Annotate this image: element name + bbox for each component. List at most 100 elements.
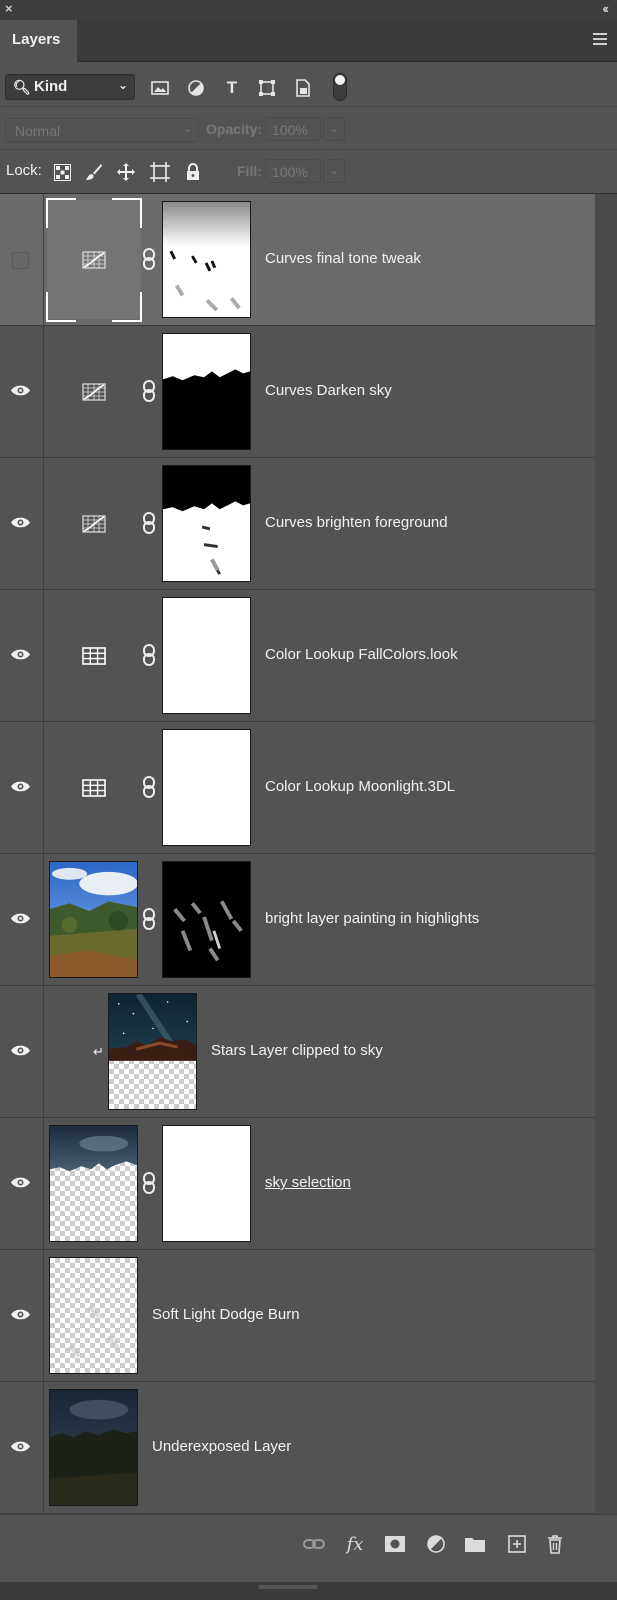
blend-opacity-bar: Normal ⌄ Opacity: 100% ⌄ xyxy=(0,108,617,150)
layer-mask-thumbnail[interactable] xyxy=(162,597,251,714)
layer-name[interactable]: Color Lookup FallColors.look xyxy=(265,646,458,663)
lock-image-pixels-icon[interactable] xyxy=(84,162,104,182)
layer-filter-bar: 🔍︎ Kind ⌄ T xyxy=(0,63,617,107)
lock-transparent-pixels-icon[interactable] xyxy=(52,162,72,182)
tab-layers[interactable]: Layers xyxy=(0,20,77,62)
visibility-column xyxy=(0,854,44,985)
collapse-panel-icon[interactable]: ‹‹ xyxy=(602,1,609,16)
add-mask-icon[interactable] xyxy=(383,1533,407,1555)
link-chain-icon[interactable] xyxy=(142,644,156,666)
layer-name[interactable]: bright layer painting in highlights xyxy=(265,910,479,927)
eye-icon[interactable] xyxy=(10,780,31,793)
layer-name[interactable]: Curves final tone tweak xyxy=(265,250,421,267)
color-lookup-adjustment-icon[interactable] xyxy=(82,779,106,797)
curves-adjustment-icon[interactable] xyxy=(82,251,106,269)
smart-object-filter-icon[interactable] xyxy=(293,79,313,97)
eye-icon[interactable] xyxy=(10,384,31,397)
lock-bar: Lock: Fill: 100% ⌄ xyxy=(0,150,617,194)
filter-kind-label: Kind xyxy=(34,78,68,95)
layer-row[interactable]: Curves final tone tweak xyxy=(0,194,595,326)
lock-position-icon[interactable] xyxy=(116,162,136,182)
new-adjustment-icon[interactable] xyxy=(424,1533,448,1555)
layer-mask-thumbnail[interactable] xyxy=(162,861,251,978)
layer-name[interactable]: Stars Layer clipped to sky xyxy=(211,1042,383,1059)
link-chain-icon[interactable] xyxy=(142,908,156,930)
close-panel-icon[interactable]: × xyxy=(5,1,13,16)
eye-icon[interactable] xyxy=(10,648,31,661)
clipping-mask-icon: ↵ xyxy=(93,1044,104,1059)
filter-kind-select[interactable]: 🔍︎ Kind ⌄ xyxy=(5,74,135,100)
link-chain-icon[interactable] xyxy=(142,776,156,798)
layer-image-thumbnail[interactable] xyxy=(108,993,197,1110)
layer-row[interactable]: Curves Darken sky xyxy=(0,326,595,458)
panel-tab-bar: Layers xyxy=(0,20,617,62)
layers-list: Curves final tone tweak Curves Darken sk… xyxy=(0,194,595,1514)
curves-adjustment-icon[interactable] xyxy=(82,383,106,401)
layer-image-thumbnail[interactable] xyxy=(49,1125,138,1242)
layer-name[interactable]: Underexposed Layer xyxy=(152,1438,291,1455)
fill-value: 100% xyxy=(272,164,308,180)
opacity-dropdown-icon[interactable]: ⌄ xyxy=(323,117,345,141)
link-chain-icon[interactable] xyxy=(142,1172,156,1194)
layer-mask-thumbnail[interactable] xyxy=(162,333,251,450)
link-chain-icon[interactable] xyxy=(142,512,156,534)
layer-name[interactable]: Color Lookup Moonlight.3DL xyxy=(265,778,455,795)
eye-icon[interactable] xyxy=(10,516,31,529)
image-filter-icon[interactable] xyxy=(150,79,170,97)
shape-filter-icon[interactable] xyxy=(257,79,277,97)
filter-toggle[interactable] xyxy=(333,73,347,101)
layer-row[interactable]: Color Lookup FallColors.look xyxy=(0,590,595,722)
visibility-toggle-empty[interactable] xyxy=(12,252,29,269)
layer-row[interactable]: Curves brighten foreground xyxy=(0,458,595,590)
fill-dropdown-icon[interactable]: ⌄ xyxy=(323,159,345,183)
new-layer-icon[interactable] xyxy=(505,1533,529,1555)
layer-name[interactable]: Curves brighten foreground xyxy=(265,514,448,531)
layer-row[interactable]: Color Lookup Moonlight.3DL xyxy=(0,722,595,854)
layer-mask-thumbnail[interactable] xyxy=(162,729,251,846)
layer-mask-thumbnail[interactable] xyxy=(162,1125,251,1242)
link-chain-icon[interactable] xyxy=(142,248,156,270)
type-filter-icon[interactable]: T xyxy=(222,78,242,97)
link-chain-icon[interactable] xyxy=(142,380,156,402)
blend-mode-value: Normal xyxy=(15,123,61,139)
adjustment-filter-icon[interactable] xyxy=(186,79,206,97)
eye-icon[interactable] xyxy=(10,912,31,925)
layer-image-thumbnail[interactable] xyxy=(49,1257,138,1374)
eye-icon[interactable] xyxy=(10,1440,31,1453)
link-layers-icon[interactable] xyxy=(302,1533,326,1555)
layer-name[interactable]: Soft Light Dodge Burn xyxy=(152,1306,300,1323)
layer-row[interactable]: Soft Light Dodge Burn xyxy=(0,1250,595,1382)
eye-icon[interactable] xyxy=(10,1308,31,1321)
lock-label: Lock: xyxy=(6,162,42,179)
layer-mask-thumbnail[interactable] xyxy=(162,465,251,582)
layer-mask-thumbnail[interactable] xyxy=(162,201,251,318)
lock-all-icon[interactable] xyxy=(183,162,203,182)
layer-name[interactable]: Curves Darken sky xyxy=(265,382,392,399)
layer-row[interactable]: sky selection xyxy=(0,1118,595,1250)
layer-row[interactable]: bright layer painting in highlights xyxy=(0,854,595,986)
layer-image-thumbnail[interactable] xyxy=(49,861,138,978)
panel-menu-icon[interactable] xyxy=(593,33,607,45)
fx-label: fx xyxy=(346,1533,364,1555)
layer-style-fx-icon[interactable]: fx xyxy=(343,1533,367,1555)
layer-row[interactable]: Underexposed Layer xyxy=(0,1382,595,1514)
lock-artboard-icon[interactable] xyxy=(150,162,170,182)
opacity-label: Opacity: xyxy=(206,121,263,137)
delete-layer-icon[interactable] xyxy=(543,1533,567,1555)
layer-image-thumbnail[interactable] xyxy=(49,1389,138,1506)
curves-adjustment-icon[interactable] xyxy=(82,515,106,533)
fill-field[interactable]: 100% xyxy=(265,159,321,183)
layers-scrollbar[interactable] xyxy=(595,194,617,1514)
search-icon: 🔍︎ xyxy=(13,79,31,95)
layer-name[interactable]: sky selection xyxy=(265,1174,351,1191)
opacity-field[interactable]: 100% xyxy=(265,117,321,141)
visibility-column xyxy=(0,1118,44,1249)
eye-icon[interactable] xyxy=(10,1044,31,1057)
blend-mode-select[interactable]: Normal ⌄ xyxy=(5,118,199,142)
layer-row[interactable]: ↵ Stars Layer clipped to sky xyxy=(0,986,595,1118)
color-lookup-adjustment-icon[interactable] xyxy=(82,647,106,665)
eye-icon[interactable] xyxy=(10,1176,31,1189)
new-group-icon[interactable] xyxy=(463,1533,487,1555)
resize-grip[interactable] xyxy=(258,1585,318,1589)
chevron-down-icon: ⌄ xyxy=(117,78,128,92)
